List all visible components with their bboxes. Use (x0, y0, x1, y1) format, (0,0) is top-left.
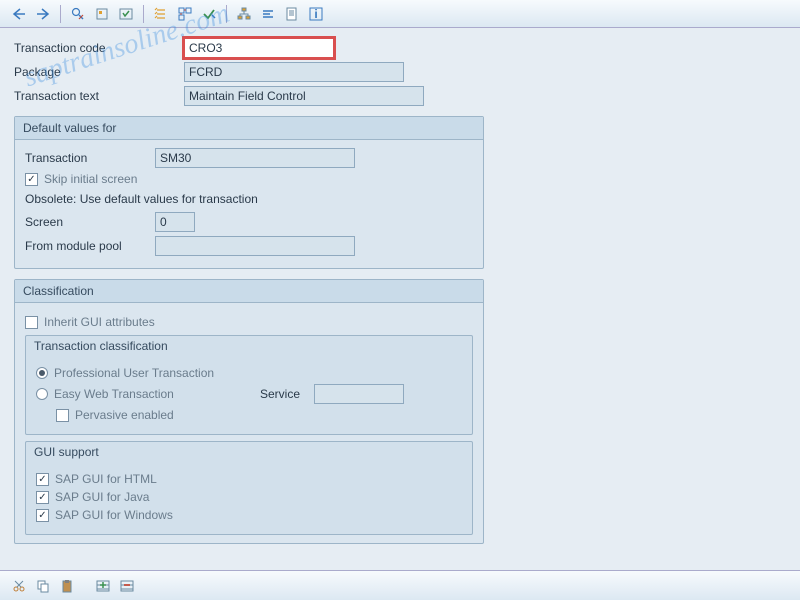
toolbar-separator (226, 5, 227, 23)
default-values-title: Default values for (15, 117, 483, 140)
gui-java-checkbox[interactable]: ✓ (36, 491, 49, 504)
easy-web-label: Easy Web Transaction (54, 387, 254, 401)
check-button[interactable] (115, 3, 137, 25)
dv-transaction-label: Transaction (25, 151, 155, 165)
gui-windows-checkbox[interactable]: ✓ (36, 509, 49, 522)
gui-support-title: GUI support (26, 442, 472, 462)
easy-web-row[interactable]: Easy Web Transaction Service (36, 384, 462, 404)
service-input (314, 384, 404, 404)
display-toggle-button[interactable] (67, 3, 89, 25)
professional-radio[interactable] (36, 367, 48, 379)
svg-text:i: i (314, 7, 317, 21)
inherit-row[interactable]: Inherit GUI attributes (25, 315, 473, 329)
copy-button[interactable] (32, 575, 54, 597)
pervasive-row[interactable]: Pervasive enabled (56, 408, 462, 422)
from-module-pool-input (155, 236, 355, 256)
professional-row[interactable]: Professional User Transaction (36, 366, 462, 380)
transaction-classification-group: Transaction classification Professional … (25, 335, 473, 435)
skip-initial-checkbox[interactable]: ✓ (25, 173, 38, 186)
skip-initial-label: Skip initial screen (44, 172, 137, 186)
hierarchy-button[interactable] (233, 3, 255, 25)
professional-label: Professional User Transaction (54, 366, 214, 380)
default-values-group: Default values for Transaction ✓ Skip in… (14, 116, 484, 269)
gui-java-row[interactable]: ✓ SAP GUI for Java (36, 490, 462, 504)
obsolete-text: Obsolete: Use default values for transac… (25, 192, 473, 206)
inherit-checkbox[interactable] (25, 316, 38, 329)
back-button[interactable] (8, 3, 30, 25)
toolbar-separator (60, 5, 61, 23)
gui-html-checkbox[interactable]: ✓ (36, 473, 49, 486)
screen-input (155, 212, 195, 232)
other-object-button[interactable] (91, 3, 113, 25)
test-button[interactable] (198, 3, 220, 25)
transaction-text-input (184, 86, 424, 106)
screen-label: Screen (25, 215, 155, 229)
transaction-code-label: Transaction code (14, 41, 184, 55)
skip-initial-row[interactable]: ✓ Skip initial screen (25, 172, 473, 186)
insert-row-button[interactable] (92, 575, 114, 597)
gui-java-label: SAP GUI for Java (55, 490, 149, 504)
paste-button[interactable] (56, 575, 78, 597)
delete-row-button[interactable] (116, 575, 138, 597)
gui-support-group: GUI support ✓ SAP GUI for HTML ✓ SAP GUI… (25, 441, 473, 535)
bottom-toolbar (0, 570, 800, 600)
align-button[interactable] (257, 3, 279, 25)
toolbar-separator (143, 5, 144, 23)
pervasive-checkbox[interactable] (56, 409, 69, 422)
trans-class-title: Transaction classification (26, 336, 472, 356)
documentation-button[interactable] (281, 3, 303, 25)
where-used-button[interactable] (174, 3, 196, 25)
gui-windows-label: SAP GUI for Windows (55, 508, 173, 522)
easy-web-radio[interactable] (36, 388, 48, 400)
activate-button[interactable] (150, 3, 172, 25)
dv-transaction-input (155, 148, 355, 168)
package-input (184, 62, 404, 82)
service-label: Service (260, 387, 300, 401)
info-button[interactable]: i (305, 3, 327, 25)
app-toolbar: i (0, 0, 800, 28)
cut-button[interactable] (8, 575, 30, 597)
from-module-pool-label: From module pool (25, 239, 155, 253)
pervasive-label: Pervasive enabled (75, 408, 174, 422)
forward-button[interactable] (32, 3, 54, 25)
inherit-label: Inherit GUI attributes (44, 315, 155, 329)
transaction-code-input[interactable] (184, 38, 334, 58)
gui-html-label: SAP GUI for HTML (55, 472, 157, 486)
transaction-text-label: Transaction text (14, 89, 184, 103)
package-label: Package (14, 65, 184, 79)
classification-group: Classification Inherit GUI attributes Tr… (14, 279, 484, 544)
gui-html-row[interactable]: ✓ SAP GUI for HTML (36, 472, 462, 486)
main-content: Transaction code Package Transaction tex… (0, 28, 800, 570)
classification-title: Classification (15, 280, 483, 303)
gui-windows-row[interactable]: ✓ SAP GUI for Windows (36, 508, 462, 522)
